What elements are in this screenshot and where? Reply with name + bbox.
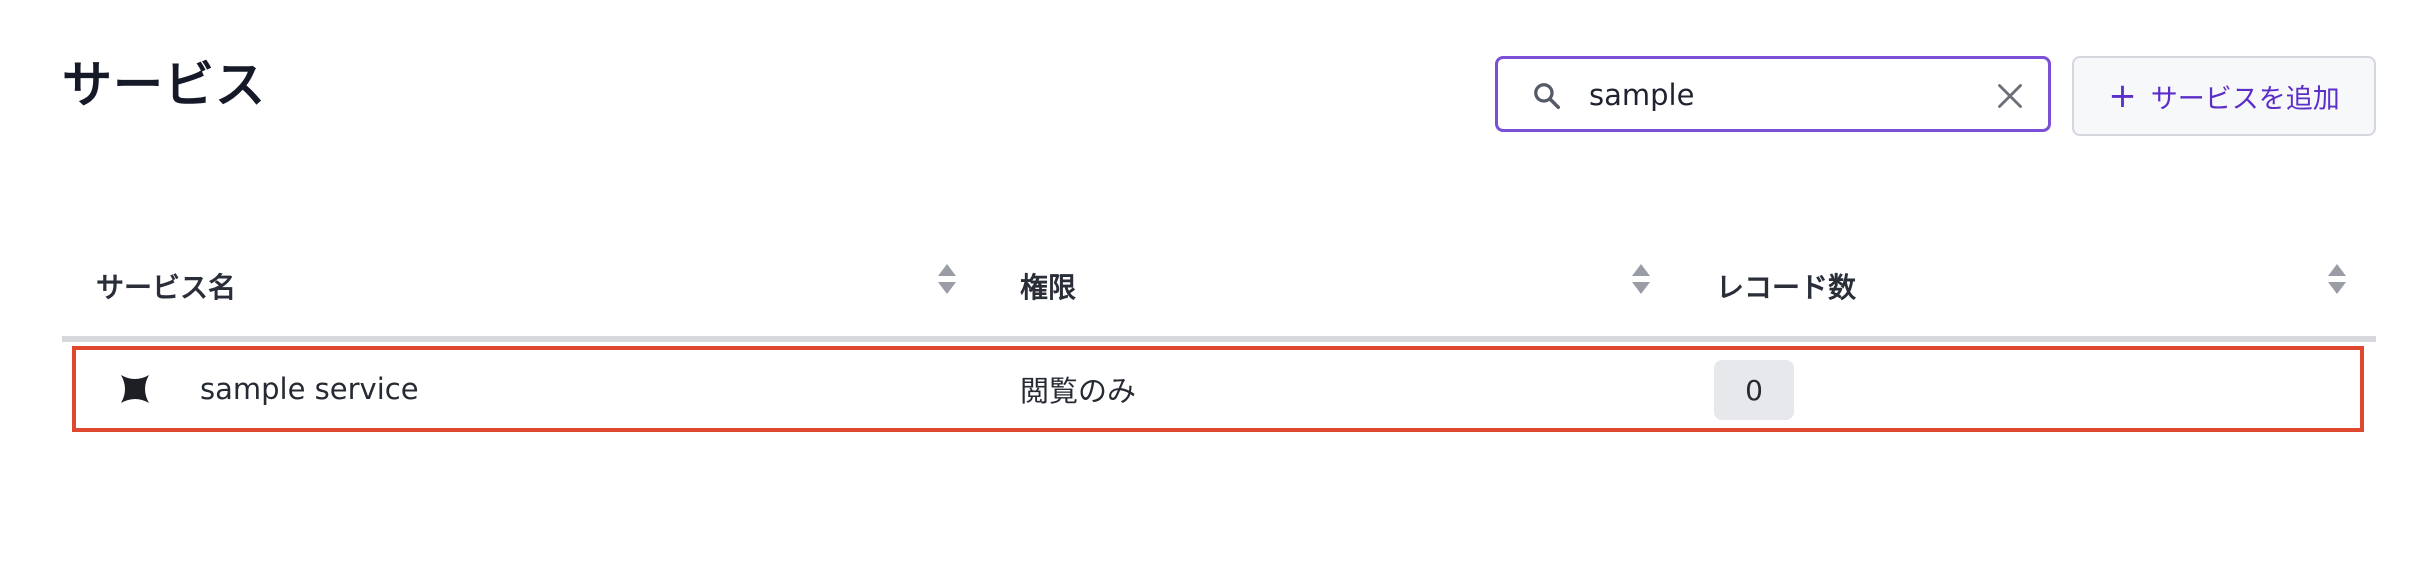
column-header-service-name[interactable]: サービス名 — [96, 266, 236, 306]
search-icon — [1534, 83, 1560, 109]
add-service-button[interactable]: + サービスを追加 — [2072, 56, 2376, 136]
search-box[interactable] — [1495, 56, 2051, 132]
sort-icon[interactable] — [2326, 262, 2348, 296]
search-input[interactable] — [1589, 69, 1969, 121]
table-row[interactable]: sample service 閲覧のみ 0 — [72, 346, 2364, 432]
service-name[interactable]: sample service — [200, 350, 419, 428]
table-header: サービス名 権限 レコード数 — [62, 246, 2376, 342]
plus-icon: + — [2108, 76, 2137, 116]
services-page: サービス + サービスを追加 サービス名 権限 レコード数 — [0, 0, 2426, 572]
page-title: サービス — [62, 56, 266, 114]
close-icon[interactable] — [1996, 82, 2024, 110]
column-header-permission[interactable]: 権限 — [1020, 266, 1076, 306]
sort-icon[interactable] — [936, 262, 958, 296]
record-count-badge: 0 — [1714, 360, 1794, 420]
sparkle-icon — [121, 375, 149, 403]
permission-value: 閲覧のみ — [1020, 374, 1137, 408]
services-table: サービス名 権限 レコード数 sample service 閲覧のみ 0 — [62, 246, 2376, 432]
column-header-record-count[interactable]: レコード数 — [1716, 266, 1856, 306]
add-service-label: サービスを追加 — [2150, 83, 2340, 115]
sort-icon[interactable] — [1630, 262, 1652, 296]
